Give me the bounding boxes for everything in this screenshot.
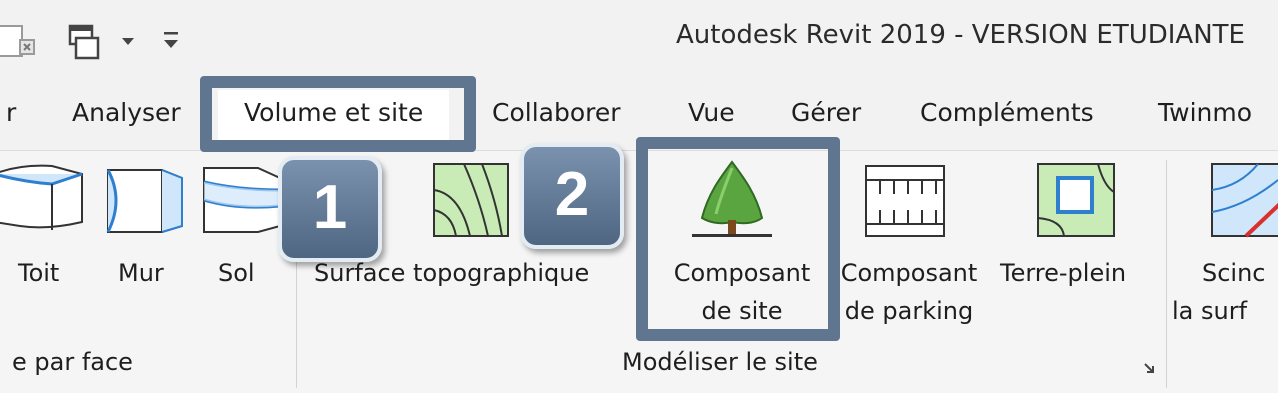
sol-button-label[interactable]: Sol bbox=[218, 256, 255, 291]
tab-analyser[interactable]: Analyser bbox=[72, 98, 181, 127]
toit-button-label[interactable]: Toit bbox=[18, 256, 59, 291]
callout-badge-2: 2 bbox=[520, 143, 624, 249]
wall-by-face-icon[interactable] bbox=[100, 160, 190, 240]
toposurface-icon[interactable] bbox=[430, 160, 514, 240]
switch-windows-icon[interactable] bbox=[64, 24, 104, 64]
building-pad-icon[interactable] bbox=[1034, 160, 1118, 240]
tab-complements[interactable]: Compléments bbox=[920, 98, 1094, 127]
tab-vue[interactable]: Vue bbox=[688, 98, 735, 127]
tab-twinmotion-partial[interactable]: Twinmo bbox=[1158, 98, 1252, 127]
scinder-label-2[interactable]: la surf bbox=[1172, 294, 1247, 329]
customize-toolbar-icon[interactable] bbox=[162, 30, 180, 52]
callout-badge-1: 1 bbox=[278, 156, 382, 262]
site-group-label: Modéliser le site bbox=[622, 348, 818, 376]
scinder-label-1[interactable]: Scinc bbox=[1202, 256, 1266, 291]
dialog-launcher-icon[interactable] bbox=[1143, 362, 1155, 374]
highlight-composant-de-site bbox=[636, 137, 840, 341]
roof-by-face-icon[interactable] bbox=[0, 160, 90, 240]
document-icon[interactable] bbox=[0, 24, 40, 64]
parking-icon[interactable] bbox=[864, 164, 948, 238]
group-separator bbox=[1166, 160, 1167, 388]
terre-plein-label[interactable]: Terre-plein bbox=[1000, 256, 1126, 291]
split-surface-icon[interactable] bbox=[1206, 160, 1278, 240]
dropdown-arrow-icon[interactable] bbox=[120, 36, 136, 48]
composant-de-parking-label-2[interactable]: de parking bbox=[830, 294, 988, 329]
composant-de-parking-label-1[interactable]: Composant bbox=[830, 256, 988, 291]
tab-collaborer[interactable]: Collaborer bbox=[492, 98, 621, 127]
tab-partial-left[interactable]: r bbox=[6, 98, 16, 127]
floor-by-face-icon[interactable] bbox=[198, 160, 288, 240]
highlight-tab-volume-et-site bbox=[200, 76, 476, 152]
window-title: Autodesk Revit 2019 - VERSION ETUDIANTE bbox=[676, 20, 1245, 50]
mur-button-label[interactable]: Mur bbox=[118, 256, 164, 291]
face-group-label: e par face bbox=[12, 348, 133, 376]
tab-gerer[interactable]: Gérer bbox=[791, 98, 861, 127]
